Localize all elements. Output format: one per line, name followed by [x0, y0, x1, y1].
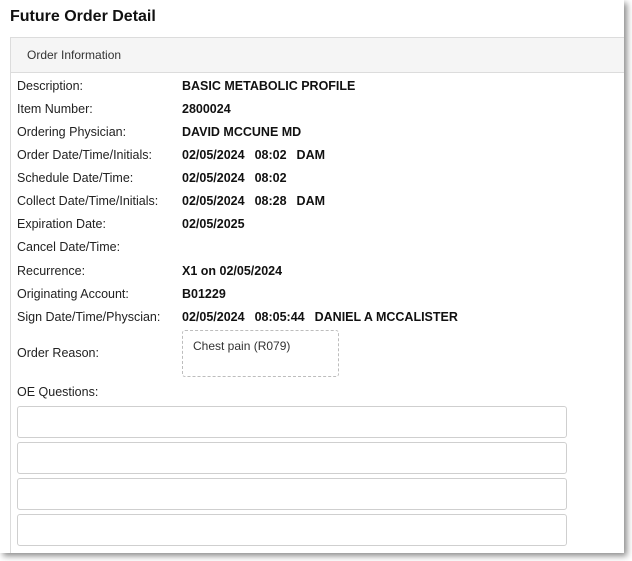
order-date: 02/05/2024 — [182, 148, 245, 162]
description-value: BASIC METABOLIC PROFILE — [182, 79, 356, 93]
collect-initials: DAM — [296, 194, 326, 208]
collect-time: 08:28 — [254, 194, 287, 208]
originating-account-label: Originating Account: — [17, 287, 129, 301]
dialog-title: Future Order Detail — [10, 8, 156, 25]
order-time: 08:02 — [254, 148, 287, 162]
sign-date: 02/05/2024 — [182, 310, 245, 324]
oe-questions-label: OE Questions: — [17, 385, 99, 399]
order-datetime-value: 02/05/2024 08:02 DAM — [182, 147, 325, 163]
collect-datetime-label: Collect Date/Time/Initials: — [17, 194, 159, 208]
cancel-datetime-label: Cancel Date/Time: — [17, 240, 121, 254]
originating-account-value: B01229 — [182, 287, 226, 301]
order-reason-box: Chest pain (R079) — [182, 330, 339, 377]
order-reason-label: Order Reason: — [17, 346, 99, 360]
description-label: Description: — [17, 79, 83, 93]
collect-date: 02/05/2024 — [182, 194, 245, 208]
sign-time: 08:05:44 — [254, 310, 305, 324]
collect-datetime-value: 02/05/2024 08:28 DAM — [182, 193, 325, 209]
item-number-value: 2800024 — [182, 102, 231, 116]
ordering-physician-value: DAVID MCCUNE MD — [182, 125, 302, 139]
panel-header: Order Information — [11, 38, 624, 73]
order-initials: DAM — [296, 148, 326, 162]
future-order-detail-dialog: Future Order Detail Order Information De… — [0, 0, 624, 553]
sign-datetime-label: Sign Date/Time/Physcian: — [17, 310, 161, 324]
order-datetime-label: Order Date/Time/Initials: — [17, 148, 152, 162]
oe-question-field-1[interactable] — [17, 406, 567, 438]
oe-question-field-4[interactable] — [17, 514, 567, 546]
sign-datetime-value: 02/05/2024 08:05:44 DANIEL A MCCALISTER — [182, 309, 458, 325]
schedule-date: 02/05/2024 — [182, 171, 245, 185]
ordering-physician-label: Ordering Physician: — [17, 125, 127, 139]
order-information-panel: Order Information Description: BASIC MET… — [10, 37, 624, 553]
expiration-date-value: 02/05/2025 — [182, 217, 245, 231]
sign-physician: DANIEL A MCCALISTER — [314, 310, 458, 324]
item-number-label: Item Number: — [17, 102, 93, 116]
recurrence-value: X1 on 02/05/2024 — [182, 264, 283, 278]
schedule-time: 08:02 — [254, 171, 287, 185]
oe-question-field-2[interactable] — [17, 442, 567, 474]
expiration-date-label: Expiration Date: — [17, 217, 106, 231]
oe-question-field-3[interactable] — [17, 478, 567, 510]
schedule-datetime-label: Schedule Date/Time: — [17, 171, 134, 185]
recurrence-label: Recurrence: — [17, 264, 86, 278]
schedule-datetime-value: 02/05/2024 08:02 — [182, 170, 287, 186]
